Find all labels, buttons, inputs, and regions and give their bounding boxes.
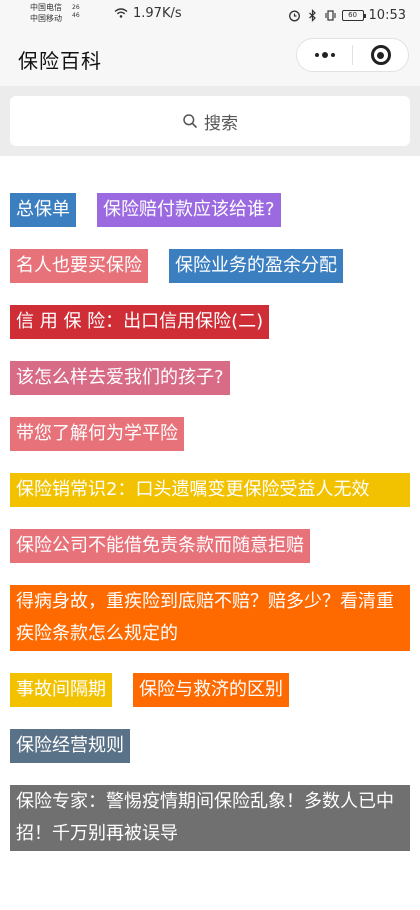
tag-item[interactable]: 保险业务的盈余分配 xyxy=(169,249,343,283)
status-bar: 中国电信 中国移动 26 46 1.97K/s 60 10:53 xyxy=(0,0,420,30)
tag-item[interactable]: 保险销常识2：口头遗嘱变更保险受益人无效 xyxy=(10,473,410,507)
tag-item[interactable]: 名人也要买保险 xyxy=(10,249,148,283)
carrier-1: 中国电信 xyxy=(30,3,62,12)
tag-item[interactable]: 信 用 保 险：出口信用保险(二) xyxy=(10,305,270,339)
search-icon xyxy=(183,114,197,128)
tag-item[interactable]: 该怎么样去爱我们的孩子? xyxy=(10,361,230,395)
search-input[interactable]: 搜索 xyxy=(10,96,410,146)
tag-item[interactable]: 保险经营规则 xyxy=(10,729,130,763)
tag-item[interactable]: 保险公司不能借免责条款而随意拒赔 xyxy=(10,529,310,563)
mini-program-capsule xyxy=(296,38,409,72)
vibrate-icon xyxy=(324,9,336,21)
network-speed: 1.97K/s xyxy=(133,6,182,21)
tag-item[interactable]: 带您了解何为学平险 xyxy=(10,417,184,451)
search-area: 搜索 xyxy=(0,86,420,156)
network-badges: 26 46 xyxy=(72,4,80,20)
tag-item[interactable]: 保险专家：警惕疫情期间保险乱象！多数人已中招！千万别再被误导 xyxy=(10,785,410,851)
alarm-icon xyxy=(288,10,300,21)
search-placeholder: 搜索 xyxy=(204,113,238,134)
close-button[interactable] xyxy=(353,39,408,71)
nav-bar: 保险百科 xyxy=(0,30,420,86)
page-title: 保险百科 xyxy=(18,49,102,73)
more-button[interactable] xyxy=(297,39,352,71)
wifi-icon xyxy=(114,8,128,18)
bluetooth-icon xyxy=(308,8,316,22)
tag-item[interactable]: 保险与救济的区别 xyxy=(133,673,289,707)
clock: 10:53 xyxy=(368,7,406,23)
status-right: 60 10:53 xyxy=(288,6,406,24)
tag-item[interactable]: 得病身故，重疾险到底赔不赔？赔多少？看清重疾险条款怎么规定的 xyxy=(10,585,410,651)
more-dots-icon xyxy=(314,52,335,58)
target-circle-icon xyxy=(370,45,391,65)
battery-icon: 60 xyxy=(341,9,366,21)
network-badge-1: 26 xyxy=(72,4,80,11)
network-badge-2: 46 xyxy=(72,12,80,19)
tag-item[interactable]: 事故间隔期 xyxy=(10,673,112,707)
carrier-2: 中国移动 xyxy=(30,14,62,23)
tag-list: 总保单 保险赔付款应该给谁? 名人也要买保险 保险业务的盈余分配 信 用 保 险… xyxy=(10,193,410,851)
tag-item[interactable]: 保险赔付款应该给谁? xyxy=(97,193,281,227)
tag-item[interactable]: 总保单 xyxy=(10,193,76,227)
carrier-info: 中国电信 中国移动 xyxy=(30,2,62,24)
